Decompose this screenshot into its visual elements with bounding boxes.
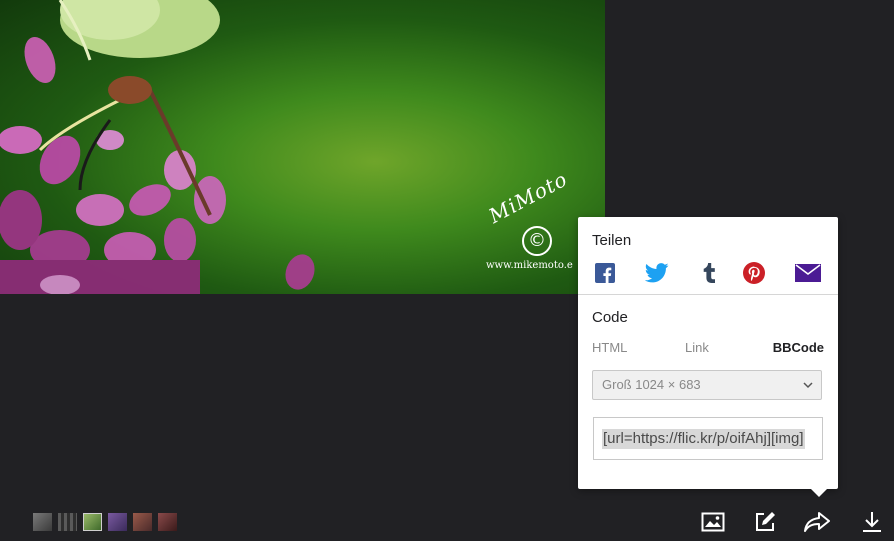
code-title: Code [592, 309, 628, 326]
tab-link[interactable]: Link [685, 340, 709, 355]
share-icon[interactable] [804, 509, 830, 535]
share-popover: Teilen Code HTML Link BBCode Groß 1024 ×… [578, 217, 838, 489]
twitter-icon[interactable] [644, 261, 670, 285]
share-title: Teilen [592, 232, 632, 249]
code-field[interactable]: [url=https://flic.kr/p/oifAhj][img] [593, 417, 823, 460]
size-select-value: Groß 1024 × 683 [602, 377, 701, 392]
download-icon[interactable] [859, 509, 885, 535]
thumbnail[interactable] [158, 513, 177, 531]
popover-arrow [810, 488, 828, 497]
facebook-icon[interactable] [592, 261, 618, 285]
popover-divider [578, 294, 838, 295]
tab-bbcode[interactable]: BBCode [773, 340, 824, 355]
main-photo[interactable]: MiMoto © www.mikemoto.e [0, 0, 605, 294]
chevron-down-icon [803, 382, 813, 389]
tab-html[interactable]: HTML [592, 340, 627, 355]
mail-icon[interactable] [794, 261, 822, 285]
thumbnail-selected[interactable] [83, 513, 102, 531]
watermark-url: www.mikemoto.e [486, 260, 573, 271]
edit-icon[interactable] [752, 509, 778, 535]
thumbnail-strip [33, 513, 183, 531]
thumbnail[interactable] [108, 513, 127, 531]
code-field-value: [url=https://flic.kr/p/oifAhj][img] [602, 429, 805, 449]
thumbnail[interactable] [33, 513, 52, 531]
thumbnail[interactable] [133, 513, 152, 531]
thumbnail[interactable] [58, 513, 77, 531]
size-select[interactable]: Groß 1024 × 683 [592, 370, 822, 400]
pinterest-icon[interactable] [741, 261, 767, 285]
copyright-symbol: © [522, 226, 552, 256]
tumblr-icon[interactable] [696, 261, 722, 285]
image-icon[interactable] [700, 509, 726, 535]
code-tabs: HTML Link BBCode [592, 340, 824, 358]
share-targets [592, 261, 824, 285]
